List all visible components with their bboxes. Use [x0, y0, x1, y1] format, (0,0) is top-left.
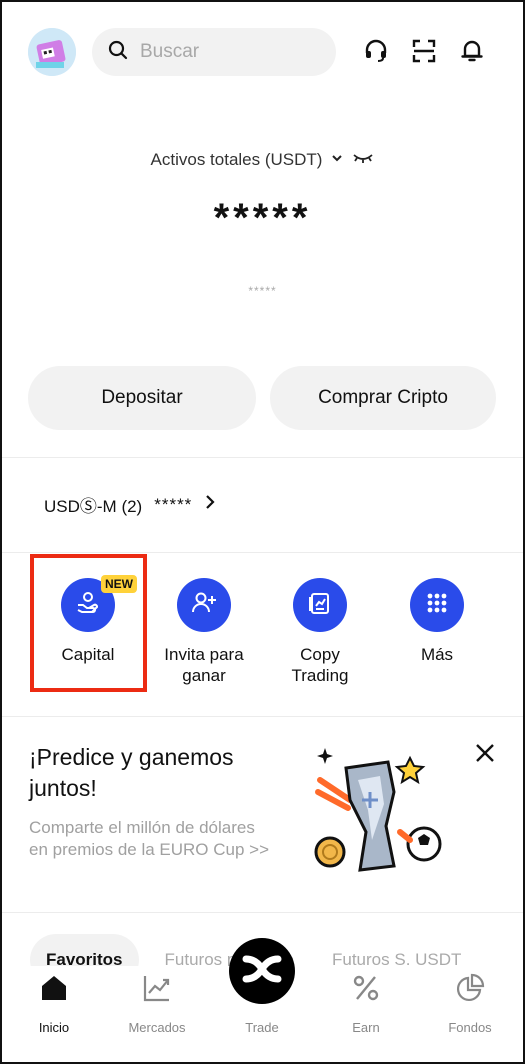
promo-link[interactable]: Comparte el millón de dólares en premios…: [29, 817, 269, 861]
nav-label: Fondos: [448, 1020, 492, 1035]
nav-earn[interactable]: Earn: [326, 972, 406, 1035]
close-icon[interactable]: [474, 742, 496, 764]
nav-label: Inicio: [38, 1020, 70, 1035]
copy-chart-icon: [306, 589, 334, 622]
balance-sub-value: *****: [248, 284, 277, 298]
search-bar[interactable]: [92, 28, 336, 76]
account-row-usds-m[interactable]: USDⓈ-M (2) *****: [44, 492, 216, 517]
bell-icon[interactable]: [457, 36, 487, 66]
nav-label: Mercados: [128, 1020, 186, 1035]
support-headset-icon[interactable]: [361, 36, 391, 66]
deposit-button[interactable]: Depositar: [28, 366, 256, 430]
avatar[interactable]: [28, 28, 76, 76]
divider: [2, 716, 523, 717]
nav-label: Earn: [352, 1020, 380, 1035]
nav-label: Trade: [245, 1020, 279, 1035]
total-balance-value: *****: [213, 196, 312, 240]
total-assets-label: Activos totales (USDT): [150, 150, 323, 169]
account-name: USDⓈ-M (2): [44, 497, 143, 516]
home-icon: [38, 972, 70, 1004]
shortcut-label: Invita para ganar: [164, 645, 244, 685]
divider: [2, 552, 523, 553]
add-user-icon: [190, 589, 218, 622]
nav-funds[interactable]: Fondos: [430, 972, 510, 1035]
search-input[interactable]: [140, 41, 310, 63]
scan-icon[interactable]: [409, 36, 439, 66]
shortcut-label: Copy Trading: [291, 645, 349, 685]
shortcut-more[interactable]: Más: [382, 578, 492, 665]
euro-cup-trophy-illustration: [310, 740, 450, 880]
nav-home[interactable]: Inicio: [14, 972, 94, 1035]
divider: [2, 912, 523, 913]
shortcut-invite[interactable]: Invita para ganar: [149, 578, 259, 686]
chevron-down-icon[interactable]: [330, 150, 344, 170]
total-assets-row[interactable]: Activos totales (USDT): [0, 150, 525, 170]
trade-button[interactable]: [229, 938, 295, 1004]
nav-markets[interactable]: Mercados: [117, 972, 197, 1035]
promo-title: ¡Predice y ganemos juntos!: [29, 744, 234, 801]
shortcut-copy-trading[interactable]: Copy Trading: [265, 578, 375, 686]
grid-dots-icon: [425, 591, 449, 620]
divider: [2, 457, 523, 458]
chart-line-icon: [141, 972, 173, 1004]
pie-chart-icon: [454, 972, 486, 1004]
capital-highlight-box: [30, 554, 147, 692]
trade-x-icon: [242, 951, 282, 992]
percent-icon: [350, 972, 382, 1004]
account-value: *****: [154, 494, 193, 514]
chevron-right-icon: [204, 494, 216, 515]
search-icon: [108, 40, 128, 65]
shortcut-label: Más: [420, 645, 454, 664]
buy-crypto-button[interactable]: Comprar Cripto: [270, 366, 496, 430]
hide-eye-icon[interactable]: [352, 150, 374, 170]
